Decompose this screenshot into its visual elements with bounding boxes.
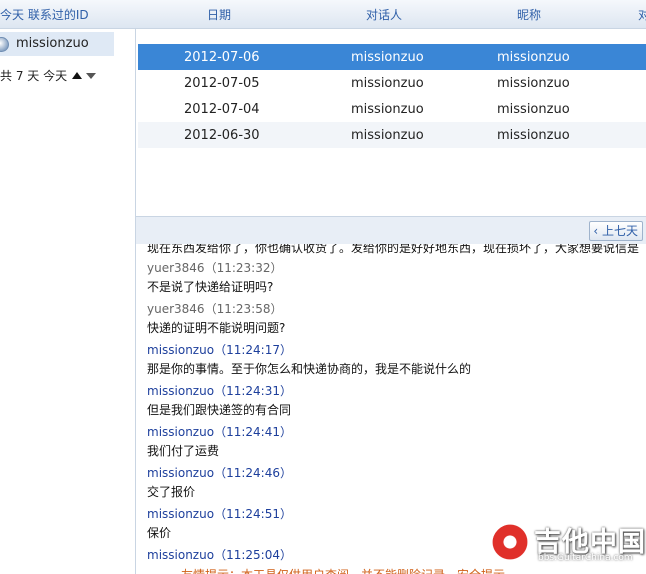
chat-sender: missionzuo [147,507,215,521]
chat-sender: yuer3846 [147,261,205,275]
chevron-left-icon: ‹ [593,224,599,238]
table-row[interactable]: 2012-07-04 missionzuo missionzuo [138,96,646,122]
chat-message-text: 交了报价 [147,485,196,499]
date-range-label: 共 7 天 今天 [0,69,68,83]
watermark: 吉他中国 bbs.GuitarChina.com [492,520,645,568]
chat-message-text: 保价 [147,526,172,540]
chat-transcript[interactable]: 现在东西发给你了，你也确认收货了。发给你的是好好地东西，现在损坏了，大家想要说信… [136,244,646,564]
table-row[interactable]: 2012-07-06 missionzuo missionzuo [138,44,646,70]
chat-time: （11:24:17） [214,343,292,357]
chat-sender: missionzuo [147,425,215,439]
chat-time: （11:25:04） [214,548,292,562]
chat-message-text: 不是说了快递给证明吗? [147,280,274,294]
cell-peer: missionzuo [351,76,424,91]
chat-sender: missionzuo [147,343,215,357]
table-row[interactable]: 2012-06-30 missionzuo missionzuo [138,122,646,148]
sessions-table: 2012-07-06 missionzuo missionzuo 2012-07… [136,29,646,215]
column-header-peer[interactable]: 对话人 [366,6,402,23]
chat-time: （11:23:58） [204,302,283,316]
chat-message-header: missionzuo（11:24:41） [147,423,292,440]
cell-date: 2012-07-06 [184,50,260,65]
prev-week-button[interactable]: ‹ 上七天 [589,221,643,241]
guitar-logo-icon [492,524,532,564]
chat-sender: missionzuo [147,548,215,562]
chat-time: （11:23:32） [204,261,283,275]
column-header-nickname[interactable]: 昵称 [517,6,541,23]
contacts-header: 今天 联系过的ID [0,0,136,29]
cell-nickname: missionzuo [497,50,570,65]
contact-name: missionzuo [16,36,89,51]
cell-nickname: missionzuo [497,76,570,91]
contacts-header-label: 今天 联系过的ID [0,8,89,22]
cell-date: 2012-07-05 [184,76,260,91]
cell-peer: missionzuo [351,50,424,65]
user-avatar-icon [0,37,9,52]
cell-date: 2012-07-04 [184,102,260,117]
column-header-more[interactable]: 对 [638,6,646,23]
chat-message-text: 现在东西发给你了，你也确认收货了。发给你的是好好地东西，现在损坏了，大家想要说信… [147,244,640,255]
chat-message-header: missionzuo（11:24:51） [147,505,292,522]
chat-message-header: missionzuo（11:24:31） [147,382,292,399]
chat-message-header: yuer3846（11:23:58） [147,300,282,317]
chat-sender: missionzuo [147,384,215,398]
sort-down-icon[interactable] [86,73,96,79]
chat-message-header: missionzuo（11:24:46） [147,464,292,481]
chat-time: （11:24:46） [214,466,292,480]
cell-peer: missionzuo [351,128,424,143]
chat-message-text: 那是你的事情。至于你怎么和快递协商的，我是不能说什么的 [147,362,472,376]
cell-nickname: missionzuo [497,102,570,117]
table-row[interactable]: 2012-07-05 missionzuo missionzuo [138,70,646,96]
cell-nickname: missionzuo [497,128,570,143]
chat-message-text: 我们付了运费 [147,444,220,458]
chat-message-text: 但是我们跟快递签的有合同 [147,403,292,417]
column-header-date[interactable]: 日期 [207,6,231,23]
chat-message-text: 快递的证明不能说明问题? [147,321,286,335]
cell-peer: missionzuo [351,102,424,117]
chat-time: （11:24:31） [214,384,292,398]
chat-message-header: missionzuo（11:25:04） [147,546,292,563]
contacts-panel: missionzuo 共 7 天 今天 [0,29,136,574]
chat-time: （11:24:41） [214,425,292,439]
watermark-url: bbs.GuitarChina.com [538,553,633,563]
sort-up-icon[interactable] [72,72,82,79]
chat-message-header: yuer3846（11:23:32） [147,259,282,276]
chat-sender: missionzuo [147,466,215,480]
chat-message-header: missionzuo（11:24:17） [147,341,292,358]
cell-date: 2012-06-30 [184,128,260,143]
prev-week-label: 上七天 [601,224,638,238]
contact-item-missionzuo[interactable]: missionzuo [0,32,114,56]
notice-text: 友情提示：本工具仅供用户查阅，并不能删除记录。安全提示 [181,566,505,574]
pager-bar: ‹ 上七天 [136,216,646,245]
chat-time: （11:24:51） [214,507,292,521]
chat-sender: yuer3846 [147,302,205,316]
sessions-table-header: 日期 对话人 昵称 对 [136,0,646,29]
